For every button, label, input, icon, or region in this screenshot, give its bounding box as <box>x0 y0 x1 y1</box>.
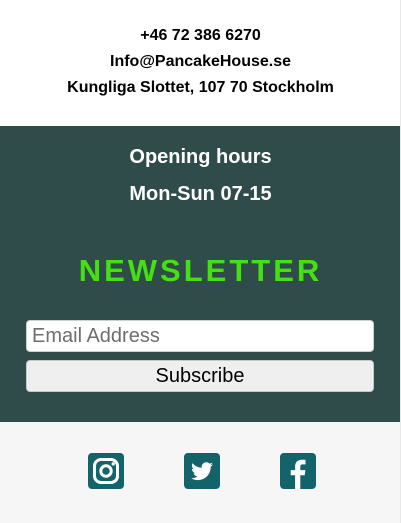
contact-section: +46 72 386 6270 Info@PancakeHouse.se Kun… <box>0 0 401 126</box>
opening-hours-title: Opening hours <box>129 146 272 168</box>
newsletter-title: NEWSLETTER <box>78 253 323 288</box>
facebook-icon[interactable] <box>280 453 316 489</box>
newsletter-email-input[interactable] <box>26 320 374 352</box>
hours-newsletter-section: Opening hours Mon-Sun 07-15 NEWSLETTER S… <box>0 126 401 422</box>
twitter-icon[interactable] <box>184 453 220 489</box>
email-address[interactable]: Info@PancakeHouse.se <box>0 52 401 72</box>
street-address: Kungliga Slottet, 107 70 Stockholm <box>67 79 334 96</box>
opening-hours-time: Mon-Sun 07-15 <box>129 183 272 205</box>
social-footer <box>0 422 401 523</box>
phone-number: +46 72 386 6270 <box>140 27 261 44</box>
subscribe-button[interactable]: Subscribe <box>26 360 374 392</box>
instagram-icon[interactable] <box>88 453 124 489</box>
